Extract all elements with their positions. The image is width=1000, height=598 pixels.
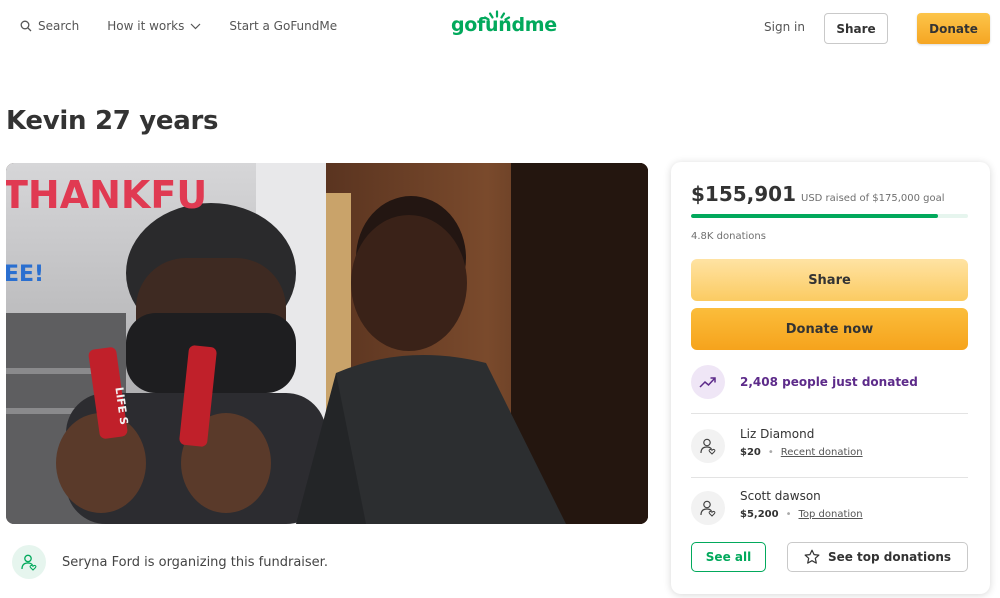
see-all-button[interactable]: See all [691, 542, 766, 572]
donor-meta: $20 • Recent donation [740, 447, 863, 458]
donor-meta: $5,200 • Top donation [740, 509, 863, 520]
organizer-text: Seryna Ford is organizing this fundraise… [62, 554, 328, 570]
photo-overlay-text-small: EE! [6, 262, 44, 287]
donor-name: Liz Diamond [740, 427, 815, 441]
donor-info: Liz Diamond $20 • Recent donation [740, 427, 863, 458]
divider [691, 477, 968, 478]
start-label: Start a GoFundMe [229, 19, 338, 33]
how-it-works-menu[interactable]: How it works [107, 19, 201, 33]
chevron-down-icon [190, 23, 201, 29]
donor-amount: $20 [740, 447, 761, 458]
search-label: Search [38, 19, 80, 33]
photo-overlay-text: THANKFU [6, 173, 207, 217]
donation-card: $155,901 USD raised of $175,000 goal 4.8… [671, 162, 990, 594]
donation-count: 4.8K donations [691, 231, 766, 242]
divider [691, 413, 968, 414]
trend-up-icon [699, 377, 716, 388]
see-top-donations-button[interactable]: See top donations [787, 542, 968, 572]
donate-now-button[interactable]: Donate now [691, 308, 968, 350]
see-top-label: See top donations [827, 550, 952, 564]
trend-text: 2,408 people just donated [740, 375, 918, 389]
donor-item: Scott dawson $5,200 • Top donation [691, 489, 863, 525]
gofundme-logo[interactable]: gofundme [451, 14, 557, 36]
campaign-photo-illustration: LIFE S THANKFU EE! [6, 163, 648, 524]
search-icon [20, 20, 32, 32]
star-icon [804, 549, 820, 564]
raised-summary: $155,901 USD raised of $175,000 goal [691, 182, 945, 206]
donor-tag-link[interactable]: Top donation [799, 509, 863, 520]
organizer-row: Seryna Ford is organizing this fundraise… [12, 545, 328, 579]
separator-dot: • [767, 447, 774, 458]
progress-bar [691, 214, 968, 218]
donor-info: Scott dawson $5,200 • Top donation [740, 489, 863, 520]
nav-left: Search How it works Start a GoFundMe [20, 19, 365, 33]
user-heart-icon [700, 500, 716, 517]
raised-amount: $155,901 [691, 182, 797, 206]
user-heart-icon [21, 554, 37, 571]
separator-dot: • [785, 509, 792, 520]
progress-fill [691, 214, 938, 218]
user-heart-icon [700, 438, 716, 455]
header-donate-button[interactable]: Donate [917, 13, 990, 44]
recent-donations-trend: 2,408 people just donated [691, 365, 918, 399]
how-it-works-label: How it works [107, 19, 185, 33]
share-button[interactable]: Share [691, 259, 968, 301]
donor-name: Scott dawson [740, 489, 821, 503]
sign-in-link[interactable]: Sign in [764, 20, 805, 34]
donor-tag-link[interactable]: Recent donation [781, 447, 863, 458]
donor-amount: $5,200 [740, 509, 779, 520]
search-link[interactable]: Search [20, 19, 79, 33]
campaign-photo[interactable]: LIFE S THANKFU EE! [6, 163, 648, 524]
donor-avatar [691, 429, 725, 463]
donor-avatar [691, 491, 725, 525]
start-gofundme-link[interactable]: Start a GoFundMe [229, 19, 337, 33]
header-share-button[interactable]: Share [824, 13, 888, 44]
donor-item: Liz Diamond $20 • Recent donation [691, 427, 863, 463]
organizer-avatar [12, 545, 46, 579]
top-header: Search How it works Start a GoFundMe gof… [0, 0, 1000, 60]
page-title: Kevin 27 years [6, 106, 219, 136]
trend-avatar [691, 365, 725, 399]
raised-goal-text: USD raised of $175,000 goal [801, 193, 945, 204]
